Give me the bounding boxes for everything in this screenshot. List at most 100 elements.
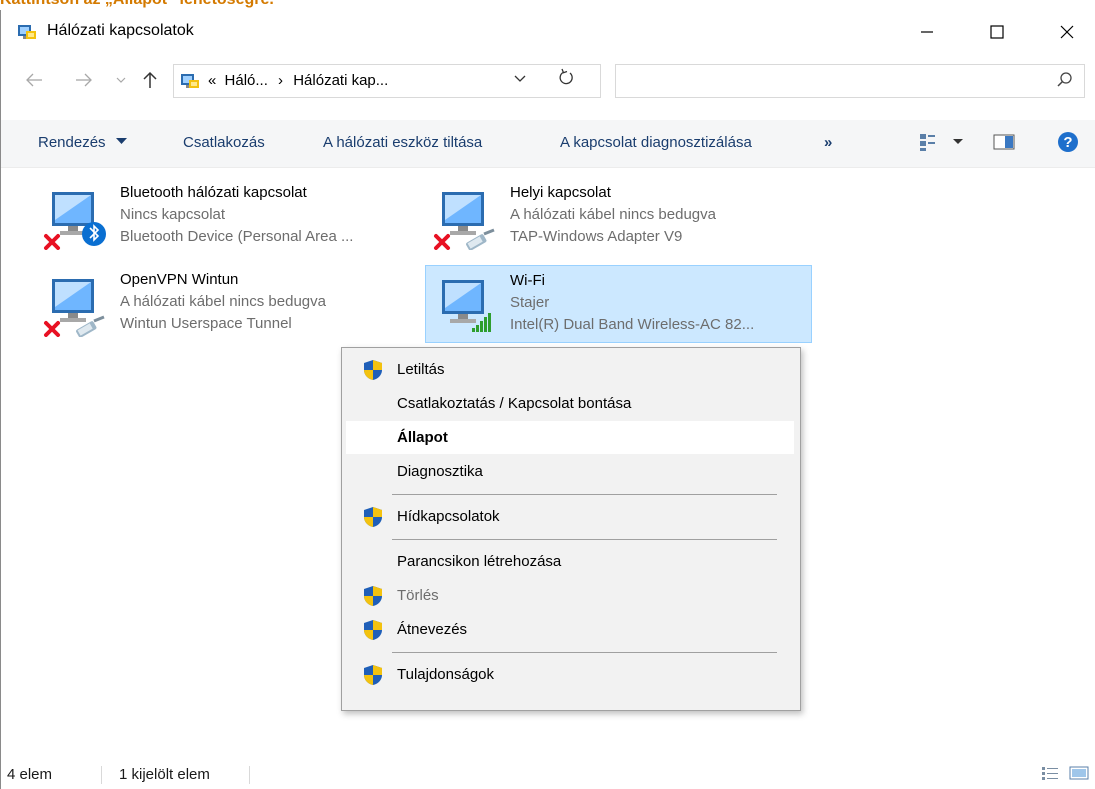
connection-device: TAP-Windows Adapter V9: [510, 228, 683, 245]
up-button[interactable]: [139, 66, 161, 94]
more-commands-button[interactable]: »: [824, 134, 832, 151]
menu-item-delete[interactable]: Törlés: [346, 579, 794, 612]
connection-item-bluetooth[interactable]: Bluetooth hálózati kapcsolat Nincs kapcs…: [36, 178, 426, 256]
network-adapter-icon: [442, 280, 491, 332]
connect-button[interactable]: Csatlakozás: [183, 134, 265, 151]
menu-item-label: Hídkapcsolatok: [397, 508, 500, 525]
caret-down-icon: [115, 138, 127, 144]
menu-item-label: Diagnosztika: [397, 463, 483, 480]
large-icons-view-icon: [1069, 766, 1089, 780]
menu-item-create-shortcut[interactable]: Parancsikon létrehozása: [346, 545, 794, 578]
address-row: « Háló... › Hálózati kap...: [1, 60, 1095, 100]
view-options-icon: [920, 134, 963, 151]
menu-item-disable[interactable]: Letiltás: [346, 353, 794, 386]
search-input[interactable]: [624, 66, 1044, 96]
menu-separator: [392, 539, 777, 540]
change-view-button[interactable]: [919, 132, 967, 156]
connection-device: Wintun Userspace Tunnel: [120, 315, 292, 332]
maximize-icon: [990, 25, 1004, 39]
preview-pane-button[interactable]: [993, 132, 1015, 156]
connection-text: Helyi kapcsolat A hálózati kábel nincs b…: [510, 182, 716, 248]
menu-item-label: Átnevezés: [397, 621, 468, 638]
maximize-button[interactable]: [968, 10, 1026, 54]
details-view-icon: [1042, 767, 1058, 780]
organize-label: Rendezés: [38, 134, 106, 151]
connection-name: OpenVPN Wintun: [120, 271, 239, 288]
menu-item-connect-disconnect[interactable]: Csatlakoztatás / Kapcsolat bontása: [346, 387, 794, 420]
uac-shield-icon: [364, 665, 382, 685]
preview-pane-icon: [993, 134, 1015, 150]
refresh-icon: [559, 68, 573, 85]
help-button[interactable]: ?: [1057, 131, 1079, 157]
search-box[interactable]: [615, 64, 1085, 98]
arrow-right-icon: [76, 73, 92, 87]
menu-separator: [392, 652, 777, 653]
address-bar[interactable]: « Háló... › Hálózati kap...: [173, 64, 601, 98]
menu-item-label: Parancsikon létrehozása: [397, 553, 562, 570]
back-button[interactable]: [23, 66, 45, 94]
connection-item-wifi[interactable]: Wi-Fi Stajer Intel(R) Dual Band Wireless…: [425, 265, 812, 343]
breadcrumb-item-connections[interactable]: Hálózati kap...: [293, 72, 388, 89]
arrow-up-icon: [143, 71, 157, 88]
connection-name: Helyi kapcsolat: [510, 184, 611, 201]
uac-shield-icon: [364, 620, 382, 640]
connection-status: A hálózati kábel nincs bedugva: [510, 206, 716, 223]
menu-item-label: Tulajdonságok: [397, 666, 495, 683]
status-divider: [249, 766, 250, 784]
menu-item-label: Letiltás: [397, 361, 445, 378]
menu-item-label: Törlés: [397, 587, 439, 604]
minimize-button[interactable]: [898, 10, 956, 54]
help-icon: ?: [1058, 132, 1078, 152]
menu-item-diagnostics[interactable]: Diagnosztika: [346, 455, 794, 488]
svg-text:?: ?: [1063, 134, 1072, 151]
breadcrumb-separator[interactable]: ›: [278, 72, 283, 89]
network-folder-icon: [181, 74, 199, 88]
connection-text: Bluetooth hálózati kapcsolat Nincs kapcs…: [120, 182, 353, 248]
forward-button[interactable]: [73, 66, 95, 94]
context-menu: Letiltás Csatlakoztatás / Kapcsolat bont…: [341, 347, 801, 711]
uac-shield-icon: [364, 586, 382, 606]
organize-menu[interactable]: Rendezés: [38, 134, 127, 151]
connection-device: Bluetooth Device (Personal Area ...: [120, 228, 354, 245]
connection-status: Stajer: [510, 294, 550, 311]
menu-item-status[interactable]: Állapot: [346, 421, 794, 454]
uac-shield-icon: [364, 507, 382, 527]
large-icons-view-button[interactable]: [1069, 765, 1089, 785]
close-button[interactable]: [1038, 10, 1095, 54]
address-dropdown-button[interactable]: [514, 69, 526, 85]
disable-device-button[interactable]: A hálózati eszköz tiltása: [323, 134, 482, 151]
arrow-left-icon: [26, 73, 42, 87]
connection-status: A hálózati kábel nincs bedugva: [120, 293, 326, 310]
status-bar: 4 elem 1 kijelölt elem: [1, 762, 1095, 789]
top-caption-strip: Kattintson az „Állapot” lehetőségre.: [0, 0, 1095, 10]
close-icon: [1060, 25, 1074, 39]
recent-locations-button[interactable]: [113, 66, 129, 94]
menu-item-properties[interactable]: Tulajdonságok: [346, 658, 794, 691]
menu-item-label: Csatlakoztatás / Kapcsolat bontása: [397, 395, 632, 412]
chevron-down-icon: [514, 75, 526, 82]
breadcrumb-overflow[interactable]: «: [208, 72, 216, 89]
connection-item-openvpn[interactable]: OpenVPN Wintun A hálózati kábel nincs be…: [36, 265, 426, 343]
details-view-button[interactable]: [1041, 765, 1059, 785]
connection-text: Wi-Fi Stajer Intel(R) Dual Band Wireless…: [510, 270, 754, 336]
status-divider: [101, 766, 102, 784]
selected-count: 1 kijelölt elem: [119, 766, 210, 783]
title-bar: Hálózati kapcsolatok: [1, 10, 1095, 54]
breadcrumb-item-network[interactable]: Háló...: [225, 72, 268, 89]
connection-status: Nincs kapcsolat: [120, 206, 226, 223]
menu-separator: [392, 494, 777, 495]
window-title: Hálózati kapcsolatok: [47, 22, 194, 39]
minimize-icon: [921, 31, 933, 33]
breadcrumb: « Háló... › Hálózati kap...: [208, 72, 388, 89]
network-adapter-icon: [44, 279, 106, 337]
connection-name: Bluetooth hálózati kapcsolat: [120, 184, 307, 201]
refresh-button[interactable]: [558, 68, 574, 91]
menu-item-rename[interactable]: Átnevezés: [346, 613, 794, 646]
network-folder-icon: [18, 25, 36, 39]
connection-item-local[interactable]: Helyi kapcsolat A hálózati kábel nincs b…: [426, 178, 816, 256]
menu-item-bridge[interactable]: Hídkapcsolatok: [346, 500, 794, 533]
command-bar: Rendezés Csatlakozás A hálózati eszköz t…: [1, 120, 1095, 168]
network-adapter-icon: [434, 192, 496, 250]
diagnose-button[interactable]: A kapcsolat diagnosztizálása: [560, 134, 752, 151]
item-count: 4 elem: [7, 766, 53, 783]
